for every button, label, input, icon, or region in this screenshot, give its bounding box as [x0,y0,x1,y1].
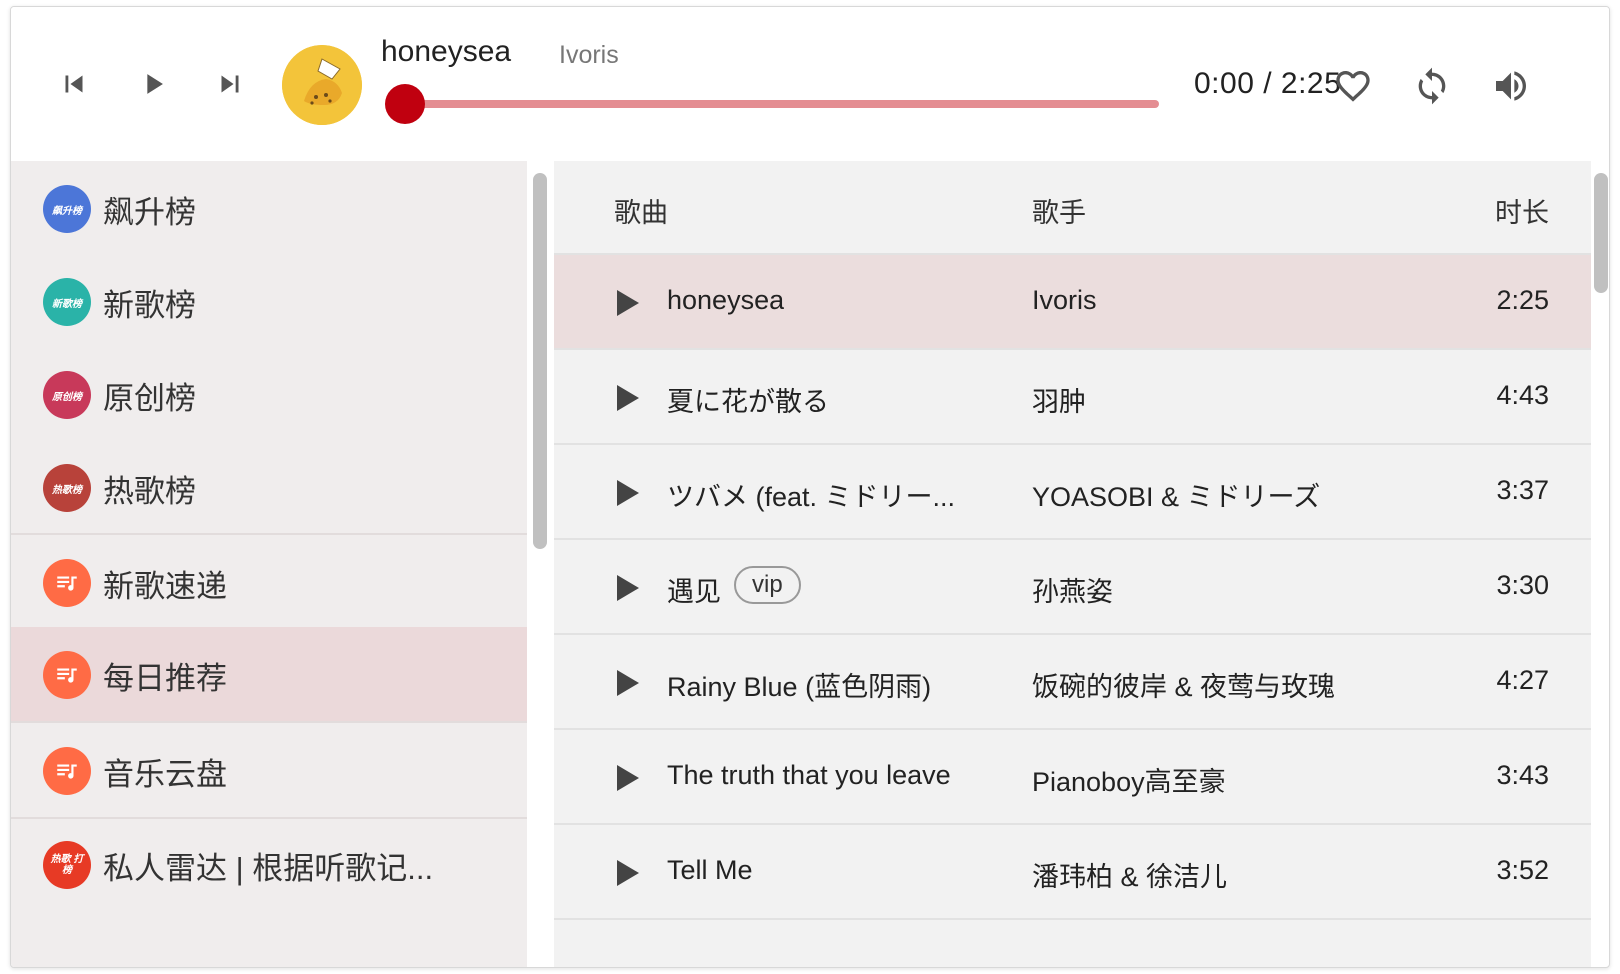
playlist-icon [43,559,91,607]
sidebar-scrollbar[interactable] [533,173,547,549]
table-row[interactable] [554,918,1591,967]
chart-cover-icon: 原创榜 [43,371,91,419]
next-button[interactable] [208,62,252,106]
playlist-icon [43,651,91,699]
song-title: The truth that you leave [667,760,951,790]
play-icon[interactable] [617,290,639,316]
song-artist[interactable]: 孙燕姿 [1032,570,1113,609]
play-icon[interactable] [617,385,639,411]
chart-cover-icon: 飙升榜 [43,185,91,233]
previous-button[interactable] [52,62,96,106]
playlist-icon [43,747,91,795]
play-icon[interactable] [617,480,639,506]
song-duration: 3:37 [1496,475,1549,505]
now-playing-artist[interactable]: Ivoris [559,41,619,70]
previous-icon [65,75,83,93]
album-art-image [282,45,362,125]
play-icon[interactable] [617,765,639,791]
repeat-icon [1418,67,1446,105]
sidebar-item-label: 飙升榜 [103,194,196,230]
vip-badge: vip [734,566,801,604]
sidebar-item-private-radar[interactable]: 热歌 打榜 私人雷达 | 根据听歌记... [11,817,527,913]
play-icon [147,74,163,94]
radar-cover-icon: 热歌 打榜 [43,841,91,889]
time-display: 0:00 / 2:25 [1194,67,1342,100]
play-button[interactable] [131,62,175,106]
play-icon[interactable] [617,670,639,696]
table-row[interactable]: 遇见 vip 孙燕姿 3:30 [554,538,1591,634]
table-header: 歌曲 歌手 时长 [554,161,1591,255]
song-table: 歌曲 歌手 时长 honeysea Ivoris 2:25 夏に花が散る 羽肿 … [554,161,1591,967]
table-row[interactable]: Rainy Blue (蓝色阴雨) 饭碗的彼岸 & 夜莺与玫瑰 4:27 [554,633,1591,729]
song-duration: 3:30 [1496,570,1549,600]
sidebar-item-label: 音乐云盘 [103,756,227,792]
song-title: honeysea [667,285,785,315]
song-artist[interactable]: Pianoboy高至豪 [1032,760,1226,799]
table-row[interactable]: 夏に花が散る 羽肿 4:43 [554,348,1591,444]
song-title: Rainy Blue (蓝色阴雨) [667,672,932,702]
volume-icon [1496,71,1526,101]
song-duration: 4:27 [1496,665,1549,695]
sidebar-item-new-releases[interactable]: 新歌速递 [11,535,527,631]
column-header-artist[interactable]: 歌手 [1032,191,1086,230]
next-icon [221,75,239,93]
like-button[interactable] [1330,63,1376,109]
play-icon[interactable] [617,860,639,886]
sidebar-item-label: 原创榜 [103,380,196,416]
song-artist[interactable]: 饭碗的彼岸 & 夜莺与玫瑰 [1032,665,1335,704]
sidebar-item-original-chart[interactable]: 原创榜 原创榜 [11,347,527,443]
sidebar-item-new-songs-chart[interactable]: 新歌榜 新歌榜 [11,254,527,350]
player-bar: honeysea Ivoris 0:00 / 2:25 [11,7,1609,161]
sidebar-item-label: 新歌速递 [103,568,227,604]
song-duration: 3:43 [1496,760,1549,790]
table-scrollbar[interactable] [1594,173,1608,293]
sidebar-item-hot-chart[interactable]: 热歌榜 热歌榜 [11,440,527,536]
song-title: 夏に花が散る [667,387,829,417]
table-row[interactable]: ツバメ (feat. ミドリー... YOASOBI & ミドリーズ 3:37 [554,443,1591,539]
table-row[interactable]: The truth that you leave Pianoboy高至豪 3:4… [554,728,1591,824]
sidebar-item-label: 每日推荐 [103,660,227,696]
sidebar-item-daily-recommend[interactable]: 每日推荐 [11,627,527,723]
song-duration: 2:25 [1496,285,1549,315]
column-header-song[interactable]: 歌曲 [614,191,668,230]
sidebar-item-label: 热歌榜 [103,473,196,509]
song-title: 遇见 [667,577,721,607]
repeat-button[interactable] [1409,63,1455,109]
chart-cover-icon: 新歌榜 [43,278,91,326]
table-row[interactable]: Tell Me 潘玮柏 & 徐洁儿 3:52 [554,823,1591,919]
song-duration: 4:43 [1496,380,1549,410]
music-player-window: honeysea Ivoris 0:00 / 2:25 飙升榜 飙升榜 新歌榜 … [10,6,1610,968]
song-artist[interactable]: 潘玮柏 & 徐洁儿 [1032,855,1227,894]
song-duration: 3:52 [1496,855,1549,885]
sidebar-item-label: 私人雷达 | 根据听歌记... [103,850,434,886]
progress-track [397,100,1159,108]
song-artist[interactable]: YOASOBI & ミドリーズ [1032,475,1320,514]
progress-slider[interactable] [385,84,1159,124]
sidebar-item-label: 新歌榜 [103,287,196,323]
album-cover[interactable] [282,45,362,125]
column-header-duration[interactable]: 时长 [1495,191,1549,230]
song-artist[interactable]: 羽肿 [1032,380,1086,419]
song-title: Tell Me [667,855,753,885]
sidebar-item-soaring-chart[interactable]: 飙升榜 飙升榜 [11,161,527,257]
progress-knob[interactable] [385,84,425,124]
table-row[interactable]: honeysea Ivoris 2:25 [554,253,1591,349]
play-icon[interactable] [617,575,639,601]
volume-button[interactable] [1488,63,1534,109]
playlist-sidebar: 飙升榜 飙升榜 新歌榜 新歌榜 原创榜 原创榜 热歌榜 热歌榜 新歌速递 每日推 [11,161,527,967]
song-title: ツバメ (feat. ミドリー... [667,482,956,512]
sidebar-item-cloud-drive[interactable]: 音乐云盘 [11,723,527,819]
chart-cover-icon: 热歌榜 [43,464,91,512]
song-artist[interactable]: Ivoris [1032,285,1097,316]
now-playing-title: honeysea [381,35,512,68]
heart-icon [1336,71,1370,102]
